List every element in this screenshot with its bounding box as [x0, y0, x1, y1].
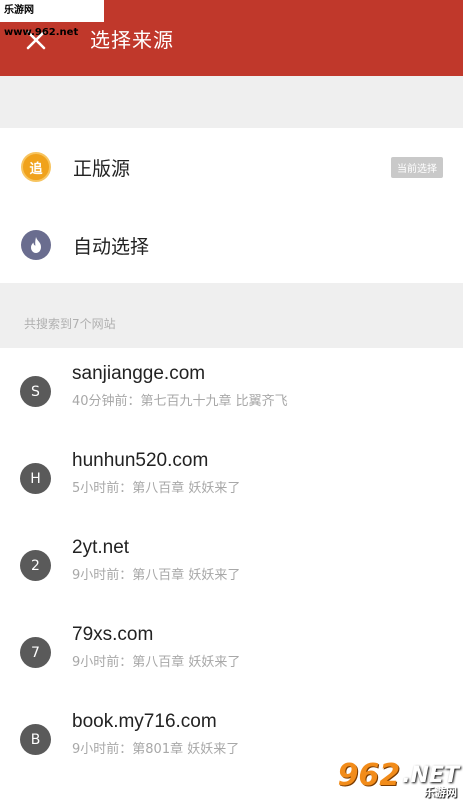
section-header: 共搜索到7个网站 — [0, 283, 463, 348]
source-name: 2yt.net — [72, 537, 130, 558]
option-auto-select[interactable]: 自动选择 — [0, 206, 463, 284]
option-label-auto: 自动选择 — [73, 235, 150, 258]
avatar: 2 — [20, 550, 51, 581]
list-item[interactable]: 2 2yt.net 9小时前：第八百章 妖妖来了 — [0, 522, 463, 609]
source-name: book.my716.com — [72, 711, 217, 732]
flame-shape — [31, 237, 41, 253]
spacer-band — [0, 76, 463, 128]
current-selection-badge: 当前选择 — [391, 156, 443, 178]
watermark-num: 962 — [337, 757, 401, 793]
page-title: 选择来源 — [90, 28, 174, 52]
search-result-count: 共搜索到7个网站 — [24, 317, 116, 331]
source-latest-chapter: 5小时前：第八百章 妖妖来了 — [72, 481, 241, 496]
source-name: 79xs.com — [72, 624, 154, 645]
source-latest-chapter: 40分钟前：第七百九十九章 比翼齐飞 — [72, 394, 288, 409]
list-item[interactable]: H hunhun520.com 5小时前：第八百章 妖妖来了 — [0, 435, 463, 522]
option-official-source[interactable]: 追 正版源 当前选择 — [0, 128, 463, 206]
avatar: B — [20, 724, 51, 755]
source-name: hunhun520.com — [72, 450, 209, 471]
source-latest-chapter: 9小时前：第801章 妖妖来了 — [72, 742, 240, 757]
list-item[interactable]: S sanjiangge.com 40分钟前：第七百九十九章 比翼齐飞 — [0, 348, 463, 435]
watermark-top: 乐游网 www.962.net — [0, 0, 104, 38]
watermark-cn: 乐游网 — [424, 786, 457, 799]
avatar: H — [20, 463, 51, 494]
zhui-badge-icon: 追 — [21, 152, 51, 182]
watermark-logo: 962 .NET 乐游网 — [309, 752, 459, 800]
avatar: 7 — [20, 637, 51, 668]
source-latest-chapter: 9小时前：第八百章 妖妖来了 — [72, 568, 241, 583]
option-label-official: 正版源 — [73, 157, 131, 180]
flame-icon — [21, 230, 51, 260]
source-latest-chapter: 9小时前：第八百章 妖妖来了 — [72, 655, 241, 670]
zhui-badge-text: 追 — [29, 161, 43, 177]
source-name: sanjiangge.com — [72, 363, 206, 384]
list-item[interactable]: 7 79xs.com 9小时前：第八百章 妖妖来了 — [0, 609, 463, 696]
avatar: S — [20, 376, 51, 407]
